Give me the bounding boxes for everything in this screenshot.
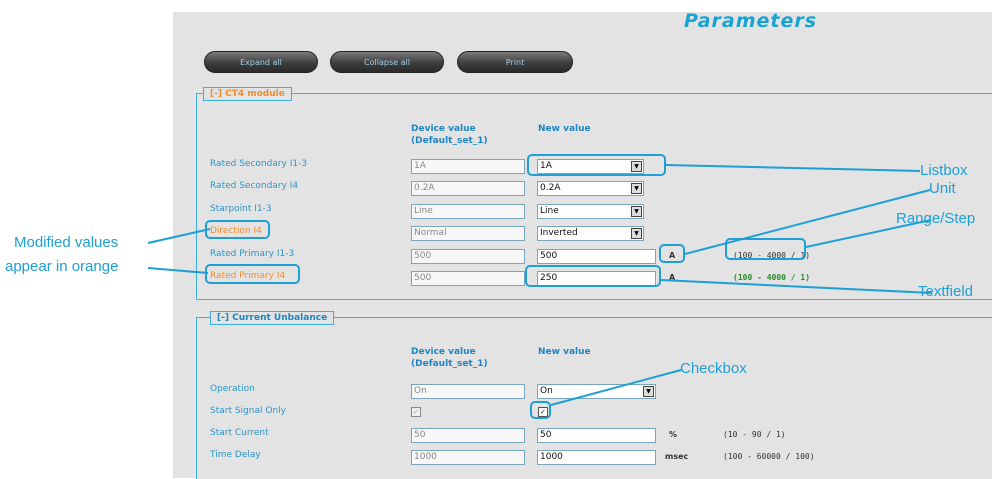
expand-all-button[interactable]: Expand all (204, 51, 318, 73)
new-value-select[interactable]: Line ▼ (537, 204, 644, 219)
device-checkbox: ✓ (411, 407, 421, 417)
new-value-input[interactable]: 50 (537, 428, 656, 443)
param-label: Operation (210, 384, 255, 394)
param-label: Starpoint I1-3 (210, 204, 272, 214)
print-button[interactable]: Print (457, 51, 573, 73)
param-label: Rated Secondary I1-3 (210, 159, 308, 169)
device-value-field: On (411, 384, 525, 399)
ct4-module-toggle[interactable]: [-] CT4 module (203, 87, 292, 101)
dropdown-arrow-icon[interactable]: ▼ (631, 183, 642, 194)
dropdown-arrow-icon[interactable]: ▼ (643, 386, 654, 397)
unit-label: A (669, 273, 676, 282)
new-value-header: New value (538, 124, 591, 134)
device-value-field: 500 (411, 271, 525, 286)
new-value-select[interactable]: 0.2A ▼ (537, 181, 644, 196)
annotation-modified-line1: Modified values (14, 234, 119, 251)
new-value-text: Inverted (540, 228, 578, 238)
device-value-field: 1A (411, 159, 525, 174)
dropdown-arrow-icon[interactable]: ▼ (631, 206, 642, 217)
modified-label-highlight (205, 220, 270, 239)
annotation-range-step: Range/Step (896, 210, 976, 227)
range-step-highlight (725, 238, 806, 260)
device-value-field: 1000 (411, 450, 525, 465)
current-unbalance-toggle[interactable]: [-] Current Unbalance (210, 311, 335, 325)
new-value-input[interactable]: 1000 (537, 450, 656, 465)
device-value-field: Normal (411, 226, 525, 241)
page-title: Parameters (684, 10, 818, 32)
new-value-text: Line (540, 206, 559, 216)
device-value-field: 50 (411, 428, 525, 443)
listbox-highlight (527, 154, 666, 176)
modified-label-highlight (205, 264, 300, 284)
annotation-listbox: Listbox (920, 162, 968, 179)
param-label: Time Delay (210, 450, 261, 460)
device-value-field: 500 (411, 249, 525, 264)
current-unbalance-section: [-] Current Unbalance Device value (Defa… (196, 311, 992, 479)
new-value-select[interactable]: Inverted ▼ (537, 226, 644, 241)
unit-highlight (659, 244, 685, 263)
range-step-label: (10 - 90 / 1) (723, 430, 786, 439)
dropdown-arrow-icon[interactable]: ▼ (631, 228, 642, 239)
new-value-text: 0.2A (540, 183, 561, 193)
textfield-highlight (525, 265, 661, 287)
new-value-input[interactable]: 500 (537, 249, 656, 264)
new-value-text: On (540, 386, 553, 396)
device-value-field: 0.2A (411, 181, 525, 196)
range-step-label: (100 - 60000 / 100) (723, 452, 815, 461)
collapse-all-button[interactable]: Collapse all (330, 51, 444, 73)
param-label: Start Signal Only (210, 406, 286, 416)
annotation-modified-line2: appear in orange (5, 258, 119, 275)
new-value-select[interactable]: On ▼ (537, 384, 656, 399)
unit-label: msec (665, 452, 689, 461)
new-value-header: New value (538, 347, 591, 357)
checkbox-highlight (530, 401, 551, 419)
annotation-checkbox: Checkbox (680, 360, 747, 377)
param-label: Rated Primary I1-3 (210, 249, 295, 259)
annotation-textfield: Textfield (918, 283, 974, 300)
range-step-label: (100 - 4000 / 1) (733, 273, 811, 282)
device-value-field: Line (411, 204, 525, 219)
device-value-header: Device value (Default_set_1) (411, 347, 488, 369)
param-label: Rated Secondary I4 (210, 181, 299, 191)
annotation-unit: Unit (929, 180, 956, 197)
page: Parameters Expand all Collapse all Print… (0, 0, 992, 479)
device-value-header: Device value (Default_set_1) (411, 124, 488, 146)
param-label: Start Current (210, 428, 269, 438)
unit-label: % (669, 430, 678, 439)
